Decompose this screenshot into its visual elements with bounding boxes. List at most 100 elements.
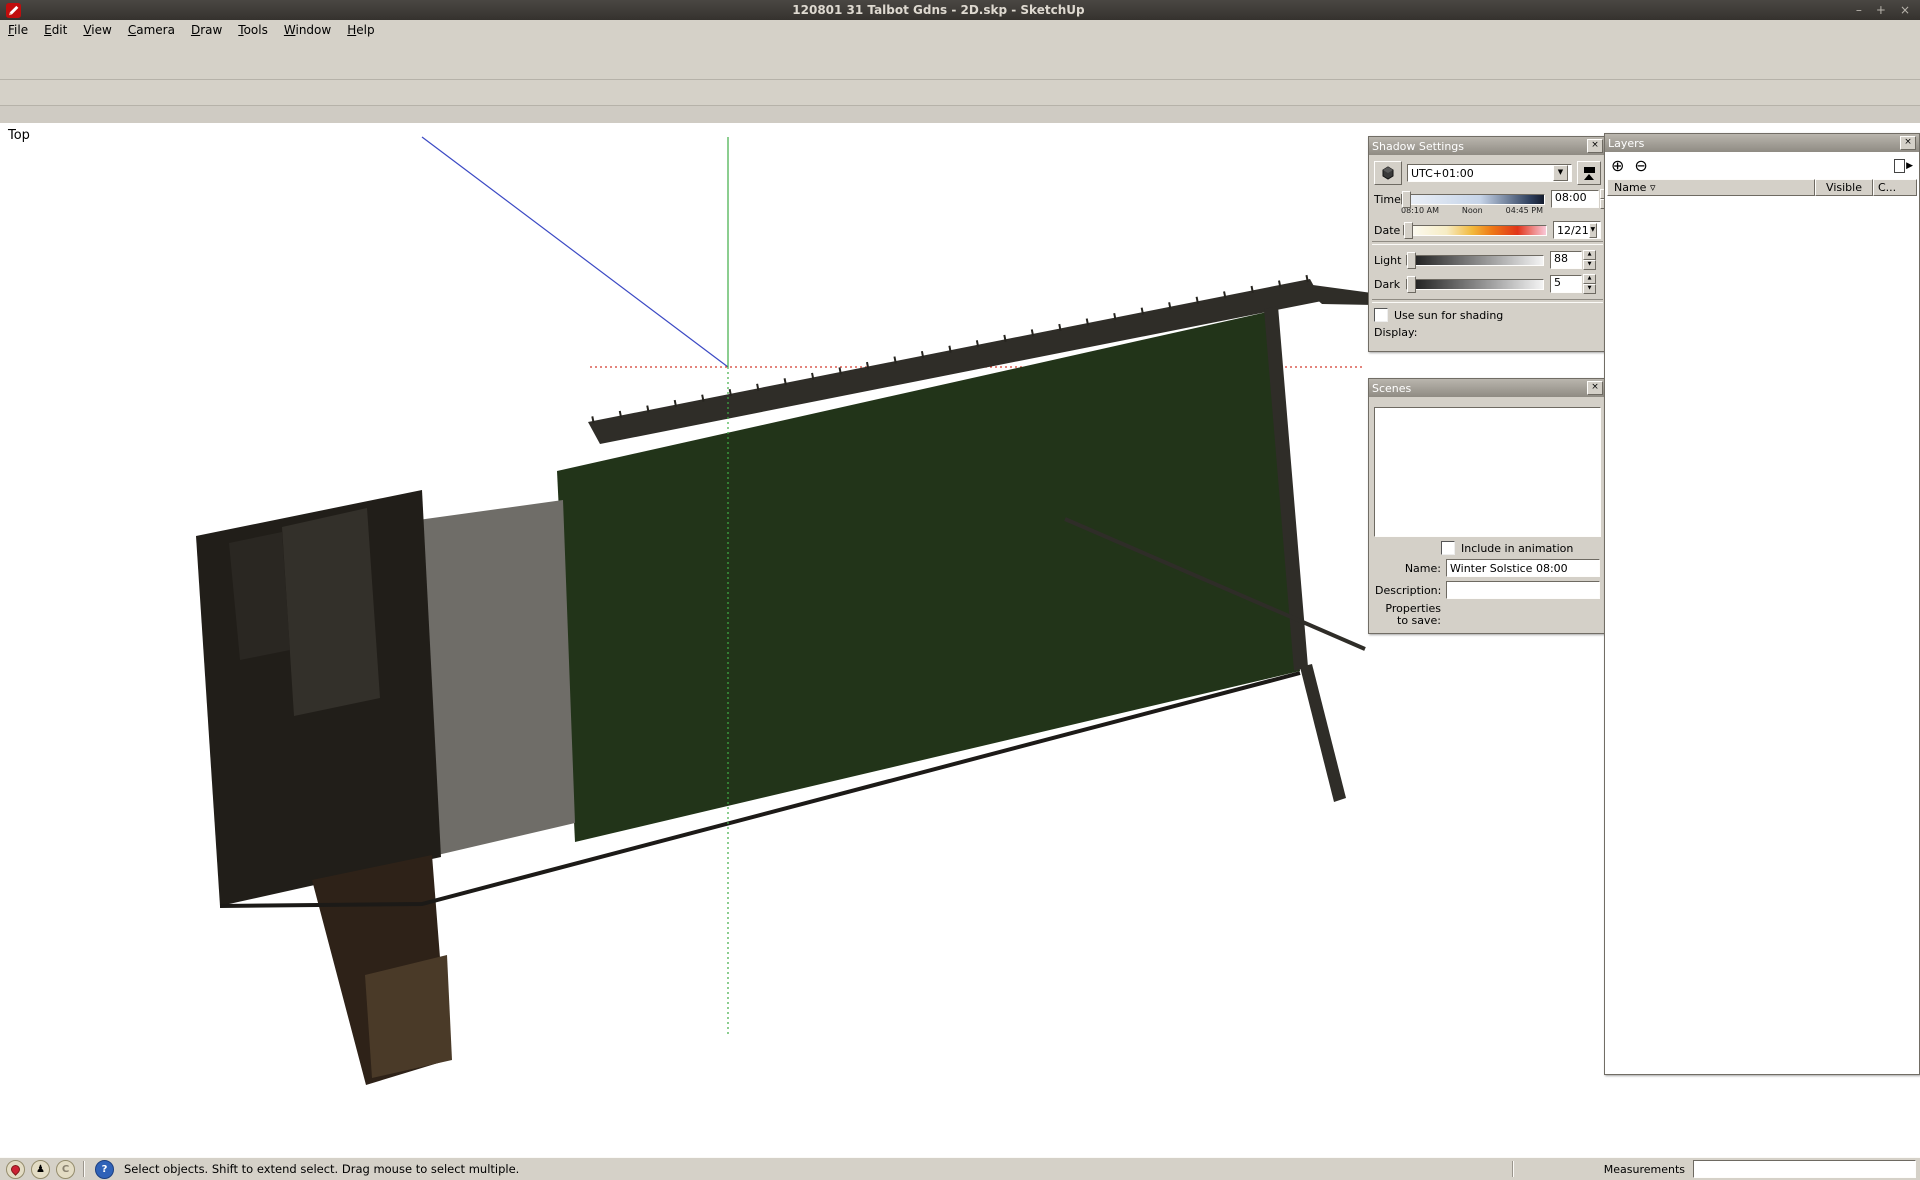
sort-indicator-icon: ▿ [1650,181,1656,194]
sunset-time: 04:45 PM [1506,206,1543,215]
drawing-area[interactable]: Top Shadow Settings × UTC+01:00 ▼ Time [0,123,1920,1157]
diagonal-post [1300,664,1346,802]
layers-color-column-button[interactable]: C... [1873,179,1917,196]
date-dropdown-icon[interactable]: ▼ [1589,223,1597,238]
window-title: 120801 31 Talbot Gdns - 2D.skp - SketchU… [21,3,1856,17]
timezone-value: UTC+01:00 [1411,167,1553,180]
scenes-list [1374,407,1601,537]
menu-file[interactable]: File [0,21,36,39]
use-sun-label: Use sun for shading [1394,309,1503,322]
menu-view[interactable]: View [75,21,119,39]
layers-details-button[interactable]: ▶ [1894,159,1913,173]
credits-icon[interactable]: ♟ [31,1160,50,1179]
toolbar-main [0,40,1920,80]
light-slider[interactable] [1406,255,1544,266]
geolocation-status-icon[interactable] [6,1160,25,1179]
layers-title: Layers [1608,137,1900,150]
sketchup-logo-icon [6,3,21,18]
claim-credit-icon[interactable]: C [56,1160,75,1179]
menu-edit[interactable]: Edit [36,21,75,39]
properties-to-save-label: Properties to save: [1375,603,1446,627]
scenes-panel: Scenes × Include in animation Name: Desc… [1368,378,1607,634]
window-titlebar: 120801 31 Talbot Gdns - 2D.skp - SketchU… [0,0,1920,20]
close-button[interactable]: × [1900,3,1910,17]
date-slider[interactable] [1403,225,1547,236]
minimize-button[interactable]: – [1856,3,1862,17]
dark-slider-thumb[interactable] [1407,276,1416,293]
menu-tools[interactable]: Tools [230,21,276,39]
window-controls: – + × [1856,3,1910,17]
divider [83,1161,85,1177]
lawn [557,312,1300,842]
time-label: Time [1374,193,1401,206]
divider [1512,1161,1514,1177]
shadow-settings-title: Shadow Settings [1372,140,1587,153]
house-roof-step [282,508,380,716]
include-in-animation-label: Include in animation [1461,542,1573,555]
toolbar-google [0,80,1920,106]
date-label: Date [1374,224,1403,237]
dark-input[interactable]: 5 [1550,275,1582,293]
maximize-button[interactable]: + [1876,3,1886,17]
divider [1372,241,1603,245]
menu-help[interactable]: Help [339,21,382,39]
timezone-dropdown-icon[interactable]: ▼ [1553,165,1568,181]
noon-time: Noon [1462,206,1483,215]
light-label: Light [1374,254,1406,267]
dark-spinner[interactable]: ▲▼ [1583,274,1596,294]
light-slider-thumb[interactable] [1407,252,1416,269]
scene-tabs-bar [0,106,1920,124]
light-spinner[interactable]: ▲▼ [1583,250,1596,270]
toggle-shadows-button[interactable] [1374,161,1402,185]
time-slider-thumb[interactable] [1402,191,1411,208]
scene-description-input[interactable] [1446,581,1600,599]
date-slider-thumb[interactable] [1404,222,1413,239]
outbuilding-strip-lower [365,955,452,1078]
add-layer-button[interactable]: ⊕ [1611,156,1624,175]
date-input[interactable]: 12/21 ▼ [1553,221,1601,239]
scenes-toolbar [1369,397,1606,405]
measurements-label: Measurements [1604,1163,1685,1176]
dark-slider[interactable] [1406,279,1544,290]
remove-layer-button[interactable]: ⊖ [1634,156,1647,175]
shadow-details-toggle-button[interactable] [1577,161,1601,185]
collapse-pane-icon [1584,167,1595,180]
view-label: Top [8,128,30,143]
menu-camera[interactable]: Camera [120,21,183,39]
time-slider[interactable] [1401,194,1545,205]
dark-label: Dark [1374,278,1406,291]
measurements-input[interactable] [1693,1160,1916,1178]
date-value: 12/21 [1557,224,1589,237]
time-input[interactable]: 08:00 [1551,190,1599,208]
menu-draw[interactable]: Draw [183,21,230,39]
shadow-settings-titlebar[interactable]: Shadow Settings × [1369,137,1606,155]
menu-bar: FileEditViewCameraDrawToolsWindowHelp [0,20,1920,41]
layers-titlebar[interactable]: Layers × [1605,134,1919,152]
scene-name-input[interactable] [1446,559,1600,577]
shadow-settings-close-icon[interactable]: × [1587,139,1603,153]
display-options-row [1374,341,1601,347]
blue-axis [422,137,728,367]
layers-header: Name ▿ Visible C... [1605,179,1919,196]
use-sun-checkbox[interactable] [1374,308,1388,322]
shadow-settings-panel: Shadow Settings × UTC+01:00 ▼ Time 08:00… [1368,136,1607,352]
layers-close-icon[interactable]: × [1900,136,1916,150]
help-icon[interactable]: ? [95,1160,114,1179]
status-bar: ♟ C ? Select objects. Shift to extend se… [0,1157,1920,1180]
layers-visible-column-button[interactable]: Visible [1815,179,1873,196]
scenes-close-icon[interactable]: × [1587,381,1603,395]
time-tick-labels: 08:10 AM Noon 04:45 PM [1401,206,1543,215]
scene-name-label: Name: [1375,562,1446,575]
menu-window[interactable]: Window [276,21,339,39]
scene-description-label: Description: [1375,584,1446,597]
divider [1372,299,1603,303]
layers-sort-name-button[interactable]: Name ▿ [1607,179,1815,196]
status-message: Select objects. Shift to extend select. … [124,1162,519,1176]
light-input[interactable]: 88 [1550,251,1582,269]
scenes-titlebar[interactable]: Scenes × [1369,379,1606,397]
scenes-title: Scenes [1372,382,1587,395]
layers-panel: Layers × ⊕ ⊖ ▶ Name ▿ Visible C... [1604,133,1920,1075]
include-in-animation-checkbox[interactable] [1441,541,1455,555]
timezone-select[interactable]: UTC+01:00 ▼ [1407,164,1572,182]
layers-list [1606,198,1918,1073]
